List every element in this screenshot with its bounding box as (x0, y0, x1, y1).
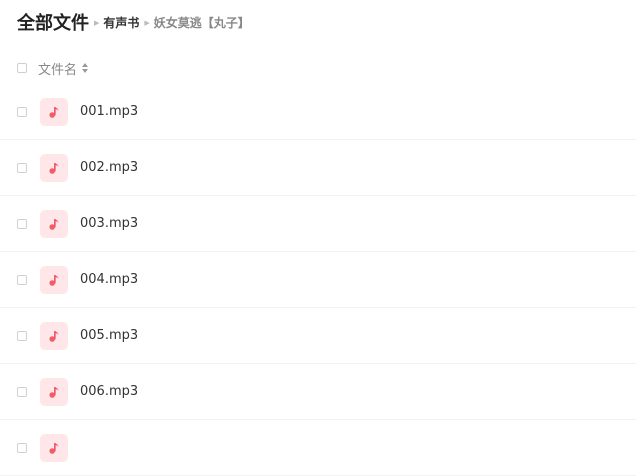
file-row[interactable]: 001.mp3 (0, 84, 636, 140)
row-checkbox[interactable] (17, 274, 27, 285)
file-row[interactable]: 004.mp3 (0, 252, 636, 308)
file-name[interactable]: 006.mp3 (80, 384, 138, 399)
file-list: 001.mp3 002.mp3 003.mp3 004.mp3 005.mp3 (0, 84, 636, 476)
music-note-icon (40, 321, 68, 350)
breadcrumb-root[interactable]: 全部文件 (17, 9, 89, 35)
file-name[interactable]: 002.mp3 (80, 160, 138, 175)
file-name[interactable]: 003.mp3 (80, 216, 138, 231)
file-name[interactable]: 001.mp3 (80, 104, 138, 119)
file-row[interactable]: 005.mp3 (0, 308, 636, 364)
sort-icon[interactable] (81, 62, 89, 74)
music-note-icon (40, 265, 68, 294)
file-list-header: 文件名 (17, 57, 636, 79)
select-all-checkbox[interactable] (17, 63, 27, 73)
music-note-icon (40, 377, 68, 406)
row-checkbox[interactable] (17, 106, 27, 117)
file-row[interactable]: 002.mp3 (0, 140, 636, 196)
file-row[interactable]: 003.mp3 (0, 196, 636, 252)
file-row[interactable] (0, 420, 636, 476)
file-name[interactable]: 005.mp3 (80, 328, 138, 343)
breadcrumb-item-audiobooks[interactable]: 有声书 (103, 14, 139, 31)
music-note-icon (40, 153, 68, 182)
music-note-icon (40, 433, 68, 462)
breadcrumb-separator-icon: ▶ (144, 19, 150, 27)
file-row[interactable]: 006.mp3 (0, 364, 636, 420)
file-name[interactable]: 004.mp3 (80, 272, 138, 287)
row-checkbox[interactable] (17, 330, 27, 341)
music-note-icon (40, 97, 68, 126)
breadcrumb: 全部文件 ▶ 有声书 ▶ 妖女莫逃【丸子】 (17, 9, 250, 35)
row-checkbox[interactable] (17, 218, 27, 229)
row-checkbox[interactable] (17, 386, 27, 397)
breadcrumb-separator-icon: ▶ (94, 19, 100, 27)
music-note-icon (40, 209, 68, 238)
row-checkbox[interactable] (17, 442, 27, 453)
column-header-filename[interactable]: 文件名 (38, 59, 77, 78)
row-checkbox[interactable] (17, 162, 27, 173)
breadcrumb-item-current-folder: 妖女莫逃【丸子】 (153, 15, 250, 30)
